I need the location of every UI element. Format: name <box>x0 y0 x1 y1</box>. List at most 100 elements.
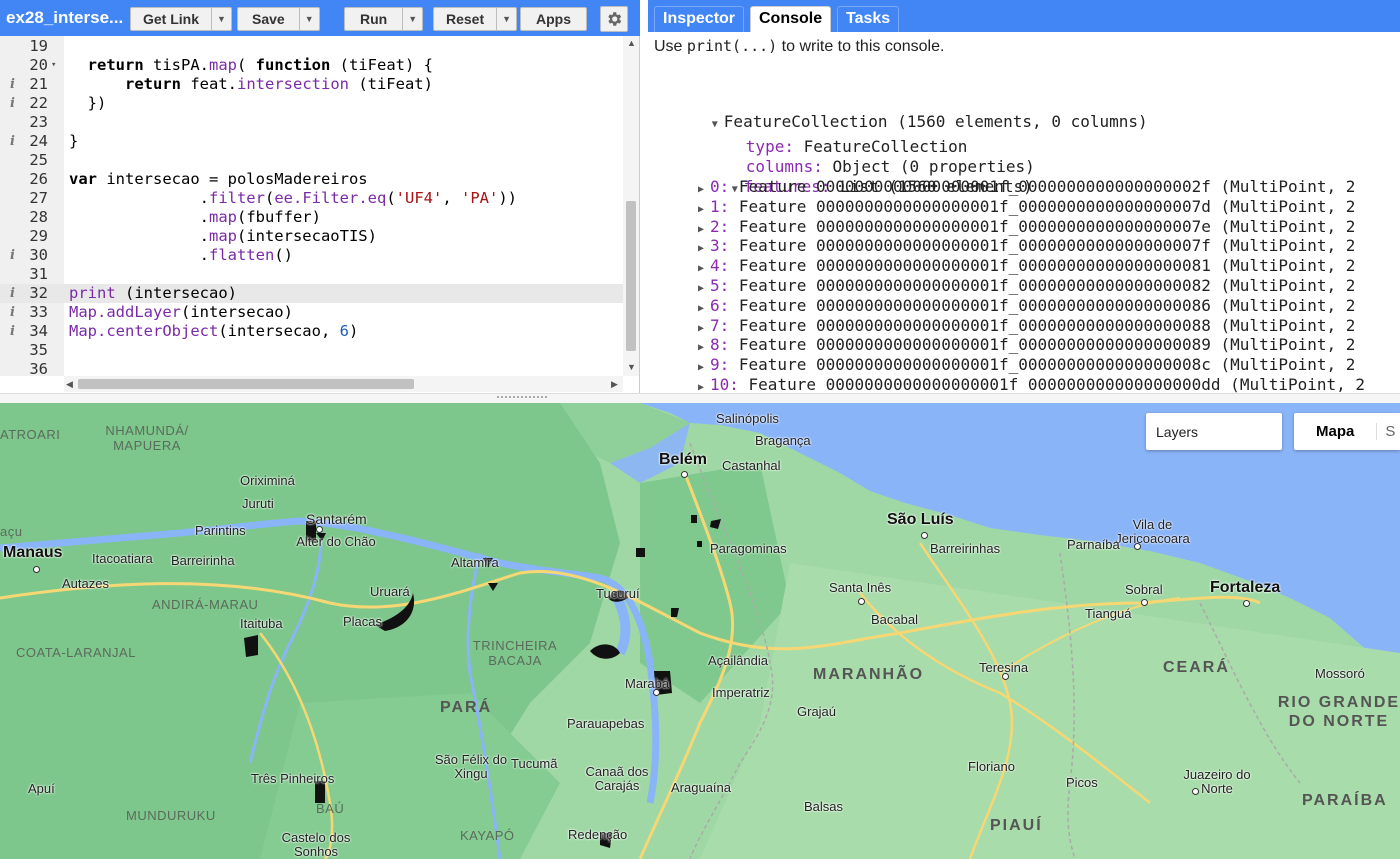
apps-button[interactable]: Apps <box>520 7 587 31</box>
feature-row[interactable]: ▶ 3: Feature 0000000000000000001f_0000000… <box>698 236 1355 256</box>
code-line[interactable]: i 34 Map.centerObject(intersecao, 6) <box>0 322 623 341</box>
feature-row[interactable]: ▶ 10: Feature 0000000000000000001f_000000… <box>698 375 1365 393</box>
code-line[interactable]: i 24} <box>0 132 623 151</box>
city-label: Grajaú <box>797 704 837 719</box>
code-token: ee.Filter.eq <box>274 188 387 207</box>
expand-triangle-icon[interactable]: ▶ <box>698 378 710 393</box>
map-view[interactable]: Salinópolis Bragança Belém Castanhal Oriximi… <box>0 403 1400 859</box>
info-icon[interactable]: i <box>10 75 15 94</box>
feature-row[interactable]: ▶ 6: Feature 0000000000000000001f_0000000… <box>698 296 1355 316</box>
editor-vertical-scrollbar[interactable]: ▲ ▼ <box>623 36 639 376</box>
city-marker-icon <box>653 689 660 696</box>
run-button[interactable]: Run ▼ <box>344 7 424 31</box>
collection-header-row[interactable]: ▼ FeatureCollection (1560 elements, 0 col… <box>654 92 1148 131</box>
info-icon[interactable]: i <box>10 132 15 151</box>
fold-arrow-icon[interactable]: ▾ <box>51 56 56 75</box>
code-token: ( <box>386 188 396 207</box>
scroll-up-icon[interactable]: ▲ <box>627 38 636 48</box>
code-line[interactable]: i 33 Map.addLayer(intersecao) <box>0 303 623 322</box>
feature-index: 7: <box>710 315 730 335</box>
city-label: Bacabal <box>871 612 918 627</box>
info-icon[interactable]: i <box>10 303 15 322</box>
code-line[interactable]: 35 <box>0 341 623 360</box>
code-line[interactable]: 20 ▾ return tisPA.map( function (tiFeat) … <box>0 56 623 75</box>
tab-tasks[interactable]: Tasks <box>837 6 900 32</box>
city-label: Mossoró <box>1315 666 1365 681</box>
feature-row[interactable]: ▶ 9: Feature 0000000000000000001f_0000000… <box>698 355 1355 375</box>
protected-area-label: ANDIRÁ-MARAU <box>152 597 259 612</box>
map-type-satellite[interactable]: S <box>1376 423 1395 440</box>
reset-button[interactable]: Reset ▼ <box>433 7 518 31</box>
city-label: Juruti <box>242 496 274 511</box>
protected-area-label: COATA-LARANJAL <box>16 645 136 660</box>
code-token: . <box>69 207 209 226</box>
protected-area-label: MUNDURUKU <box>126 808 216 823</box>
code-token: flatten <box>208 245 275 264</box>
scroll-down-icon[interactable]: ▼ <box>627 362 636 372</box>
feature-row[interactable]: ▶ 5: Feature 0000000000000000001f_0000000… <box>698 276 1355 296</box>
run-dropdown-icon[interactable]: ▼ <box>402 8 422 30</box>
code-line[interactable]: 28 .map(fbuffer) <box>0 208 623 227</box>
info-icon[interactable]: i <box>10 284 15 303</box>
feature-row[interactable]: ▶ 4: Feature 0000000000000000001f_0000000… <box>698 256 1355 276</box>
vertical-scroll-thumb[interactable] <box>626 201 636 351</box>
info-icon[interactable]: i <box>10 94 15 113</box>
editor-horizontal-scrollbar[interactable]: ◀ ▶ <box>64 376 623 392</box>
editor-toolbar: ex28_interse... Get Link ▼ Save ▼ Run ▼ … <box>0 0 640 36</box>
hint-code: print(...) <box>686 37 778 55</box>
get-link-button[interactable]: Get Link ▼ <box>130 7 233 31</box>
gear-icon[interactable] <box>600 6 628 32</box>
script-title[interactable]: ex28_interse... <box>6 8 123 28</box>
tab-console[interactable]: Console <box>750 6 832 32</box>
panel-splitter[interactable] <box>0 393 1400 403</box>
code-line[interactable]: 29 .map(intersecaoTIS) <box>0 227 623 246</box>
city-label: Apuí <box>28 781 55 796</box>
features-row[interactable]: ▼ features: List (1560 elements) <box>674 157 1033 196</box>
code-token: Map.addLayer <box>69 302 181 321</box>
code-line[interactable]: i 22 }) <box>0 94 623 113</box>
city-label: Itacoatiara <box>92 551 153 566</box>
code-line[interactable]: 31 <box>0 265 623 284</box>
code-line[interactable]: i 21 return feat.intersection (tiFeat) <box>0 75 623 94</box>
feature-text: Feature 0000000000000000001f_00000000000… <box>729 177 1356 196</box>
line-number: 26 <box>29 169 48 188</box>
feature-index: 8: <box>710 335 730 355</box>
code-line[interactable]: 23 <box>0 113 623 132</box>
code-token: (tiFeat) <box>348 74 433 93</box>
save-button[interactable]: Save ▼ <box>237 7 320 31</box>
feature-row[interactable]: ▶ 8: Feature 0000000000000000001f_0000000… <box>698 335 1355 355</box>
layers-control[interactable]: Layers <box>1146 413 1282 450</box>
line-number: 28 <box>29 207 48 226</box>
feature-row[interactable]: ▶ 7: Feature 0000000000000000001f_0000000… <box>698 316 1355 336</box>
tab-inspector[interactable]: Inspector <box>654 6 745 32</box>
feature-row[interactable]: ▶ 1: Feature 0000000000000000001f_0000000… <box>698 197 1355 217</box>
reset-dropdown-icon[interactable]: ▼ <box>496 8 516 30</box>
scroll-right-icon[interactable]: ▶ <box>611 379 618 390</box>
splitter-grip-icon[interactable] <box>497 396 547 400</box>
code-line[interactable]: i 32 print (intersecao) <box>0 283 623 303</box>
code-token: , <box>442 188 461 207</box>
save-dropdown-icon[interactable]: ▼ <box>298 8 319 30</box>
feature-row[interactable]: ▶ 0: Feature 0000000000000000001f_0000000… <box>698 177 1355 197</box>
feature-row[interactable]: ▶ 2: Feature 0000000000000000001f_0000000… <box>698 217 1355 237</box>
code-line[interactable]: 25 <box>0 151 623 170</box>
code-area[interactable]: 19 20 ▾ return tisPA.map( function (tiFeat… <box>0 36 623 376</box>
city-label: Sobral <box>1125 582 1163 597</box>
horizontal-scroll-thumb[interactable] <box>78 379 414 389</box>
city-label: Barreirinhas <box>930 541 1001 556</box>
code-line[interactable]: 27 .filter(ee.Filter.eq('UF4', 'PA')) <box>0 189 623 208</box>
code-line[interactable]: 36 <box>0 360 623 377</box>
feature-index: 6: <box>710 295 730 315</box>
info-icon[interactable]: i <box>10 322 15 341</box>
code-text: }) <box>69 94 107 113</box>
code-line[interactable]: 26 var intersecao = polosMadereiros <box>0 170 623 189</box>
map-type-mapa[interactable]: Mapa <box>1294 423 1376 440</box>
code-line[interactable]: i 30 .flatten() <box>0 246 623 265</box>
get-link-dropdown-icon[interactable]: ▼ <box>211 8 231 30</box>
code-line[interactable]: 19 <box>0 37 623 56</box>
info-icon[interactable]: i <box>10 246 15 265</box>
console-output: ▼ FeatureCollection (1560 elements, 0 col… <box>648 92 1400 393</box>
map-type-control[interactable]: Mapa S <box>1294 413 1400 450</box>
scroll-left-icon[interactable]: ◀ <box>66 379 73 390</box>
